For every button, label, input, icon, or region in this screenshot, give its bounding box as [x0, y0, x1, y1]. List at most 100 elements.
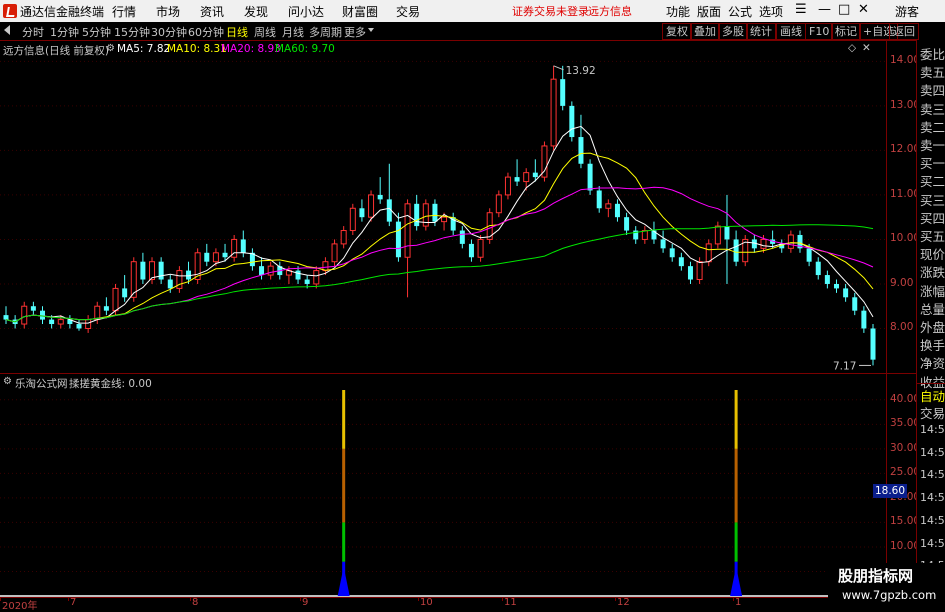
- quote-label: 换手: [920, 338, 945, 354]
- candle-body-down: [669, 248, 675, 258]
- candle-body-down: [40, 310, 46, 320]
- menu-item-trade[interactable]: 交易: [396, 3, 420, 20]
- current-stock-name: 远方信息: [588, 5, 632, 18]
- date-tick: [418, 597, 419, 601]
- indicator-spike-base: [337, 566, 350, 596]
- minimize-icon[interactable]: —: [818, 2, 831, 17]
- tab-trade[interactable]: 交易: [920, 403, 945, 422]
- menu-icon[interactable]: ☰: [795, 2, 807, 17]
- candle-body-up: [787, 234, 794, 249]
- candle-body-down: [377, 194, 383, 200]
- date-tick: [0, 597, 1, 601]
- candle-body-down: [843, 288, 849, 298]
- date-tick-label: 1: [735, 597, 742, 608]
- indicator-spike: [342, 390, 346, 449]
- app-logo-icon: [3, 4, 17, 18]
- period-30min[interactable]: 30分钟: [151, 24, 187, 40]
- period-daily[interactable]: 日线: [226, 24, 248, 40]
- trade-time: 14:56: [920, 468, 945, 482]
- period-weekly[interactable]: 周线: [254, 24, 276, 40]
- candle-body-up: [441, 216, 448, 223]
- trade-login-warning[interactable]: 证券交易未登录: [512, 3, 589, 19]
- menu-item-ask[interactable]: 问小达: [288, 3, 324, 20]
- trade-time: 14:56: [920, 513, 945, 527]
- candle-body-down: [861, 310, 867, 329]
- candle-body-up: [368, 194, 375, 218]
- mark-button[interactable]: 标记: [831, 23, 861, 40]
- draw-line-button[interactable]: 画线: [776, 23, 806, 40]
- menu-item-layout[interactable]: 版面: [697, 3, 721, 20]
- date-tick: [300, 597, 301, 601]
- axis-divider: [886, 40, 887, 598]
- date-tick-label: 9: [302, 597, 309, 608]
- candle-body-up: [705, 243, 712, 263]
- trade-time: 14:56: [920, 491, 945, 505]
- date-tick: [502, 597, 503, 601]
- menu-item-market[interactable]: 行情: [112, 3, 136, 20]
- period-60min[interactable]: 60分钟: [188, 24, 224, 40]
- candle-body-down: [76, 324, 82, 329]
- menu-item-formula[interactable]: 公式: [728, 3, 752, 20]
- date-tick-label: 7: [70, 597, 77, 608]
- period-intraday[interactable]: 分时: [22, 24, 44, 40]
- period-5min[interactable]: 5分钟: [82, 24, 111, 40]
- period-1min[interactable]: 1分钟: [50, 24, 79, 40]
- quote-label: 涨幅: [920, 283, 945, 299]
- candle-body-up: [212, 252, 219, 263]
- candle-body-down: [3, 315, 9, 320]
- candle-body-down: [806, 248, 812, 262]
- statistics-button[interactable]: 统计: [746, 23, 776, 40]
- menu-item-news[interactable]: 资讯: [200, 3, 224, 20]
- price-chart[interactable]: 13.92 7.17: [0, 40, 886, 373]
- candle-body-down: [678, 257, 684, 267]
- multi-stock-button[interactable]: 多股: [718, 23, 748, 40]
- adjust-button[interactable]: 复权: [662, 23, 692, 40]
- candle-body-up: [149, 261, 156, 281]
- candle-body-down: [569, 105, 575, 138]
- chevron-down-icon[interactable]: [368, 28, 374, 32]
- period-more[interactable]: 更多: [344, 24, 366, 40]
- quote-label: 买二: [920, 174, 945, 190]
- close-icon[interactable]: ✕: [858, 2, 869, 17]
- quote-label: 外盘: [920, 320, 945, 335]
- maximize-icon[interactable]: □: [838, 2, 850, 17]
- quote-label: 卖二: [920, 119, 945, 135]
- menu-item-markets[interactable]: 市场: [156, 3, 180, 20]
- candle-body-up: [267, 265, 274, 276]
- candle-body-down: [687, 266, 693, 280]
- candle-body-down: [103, 306, 109, 311]
- date-tick: [733, 597, 734, 601]
- indicator-spike: [342, 448, 346, 523]
- candle-body-down: [122, 288, 128, 298]
- price-axis: 14.00 13.00 12.00 11.00 10.00 9.00 8.00: [890, 40, 920, 373]
- period-monthly[interactable]: 月线: [282, 24, 304, 40]
- guest-label[interactable]: 游客: [895, 3, 919, 20]
- candle-body-up: [760, 238, 767, 249]
- quote-label: 买三: [920, 192, 945, 208]
- candle-body-down: [833, 283, 839, 289]
- f10-button[interactable]: F10: [805, 23, 834, 40]
- date-tick-label: 8: [192, 597, 199, 608]
- price-tick-label: 8.00: [890, 321, 914, 334]
- overlay-button[interactable]: 叠加: [690, 23, 720, 40]
- menu-item-discover[interactable]: 发现: [244, 3, 268, 20]
- menu-item-wealth[interactable]: 财富圈: [342, 3, 378, 20]
- candle-body-up: [349, 207, 356, 232]
- quote-label: 卖一: [920, 138, 945, 153]
- candle-body-down: [158, 261, 164, 280]
- quote-label: 净资: [920, 356, 945, 372]
- candle-body-up: [340, 230, 347, 245]
- date-tick-label: 11: [504, 597, 517, 608]
- candle-body-up: [523, 172, 530, 183]
- indicator-chart[interactable]: [0, 374, 886, 598]
- collapse-left-icon[interactable]: [4, 25, 10, 35]
- watermark-url: www.7gpzb.com: [842, 588, 937, 602]
- back-button[interactable]: 返回: [889, 23, 919, 40]
- candle-body-down: [660, 239, 666, 249]
- menu-item-options[interactable]: 选项: [759, 3, 783, 20]
- period-multi[interactable]: 多周期: [309, 24, 342, 40]
- period-15min[interactable]: 15分钟: [114, 24, 150, 40]
- candle-body-down: [459, 230, 465, 244]
- menu-item-function[interactable]: 功能: [666, 3, 690, 20]
- high-marker-line: [553, 65, 564, 71]
